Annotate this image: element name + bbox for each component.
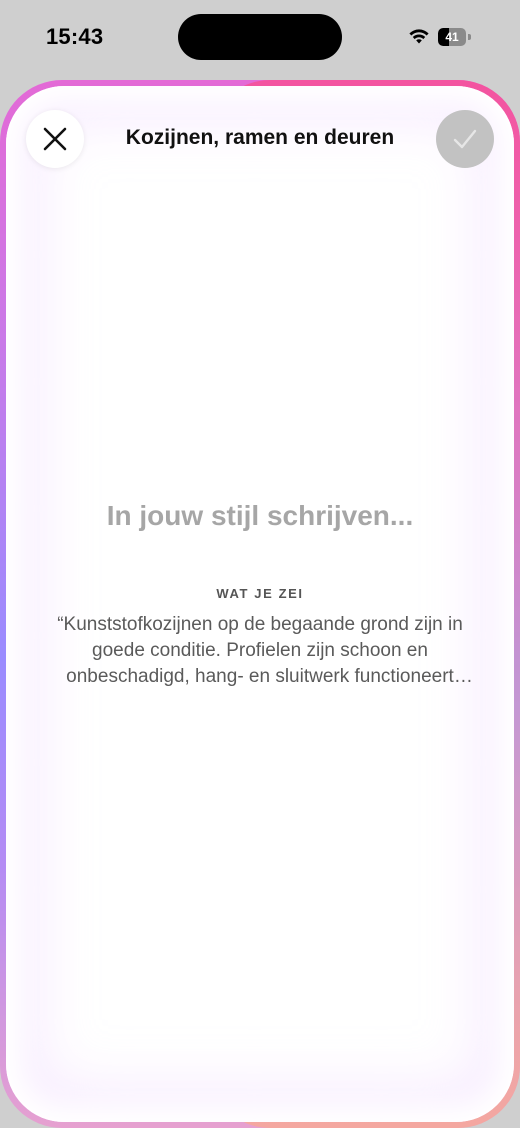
status-bar: 15:43 41 [0,0,520,78]
status-time: 15:43 [46,24,104,49]
app-screen: 15:43 41 Kozijnen, ramen en deuren In jo… [0,0,520,1128]
sheet-title: Kozijnen, ramen en deuren [125,126,395,149]
close-icon [43,127,67,151]
wifi-icon [409,29,429,44]
battery-level: 41 [445,30,459,44]
battery-body: 41 [438,28,466,46]
battery-tip [468,34,471,40]
confirm-button[interactable] [436,110,494,168]
writing-sheet [6,86,514,1122]
battery-icon: 41 [438,28,472,46]
said-label: WAT JE ZEI [216,586,304,601]
loading-text: In jouw stijl schrijven... [106,500,414,531]
checkmark-icon [453,129,477,149]
dynamic-island [178,14,342,60]
close-button[interactable] [26,110,84,168]
said-quote: “Kunststofkozijnen op de begaande grond … [57,614,463,687]
